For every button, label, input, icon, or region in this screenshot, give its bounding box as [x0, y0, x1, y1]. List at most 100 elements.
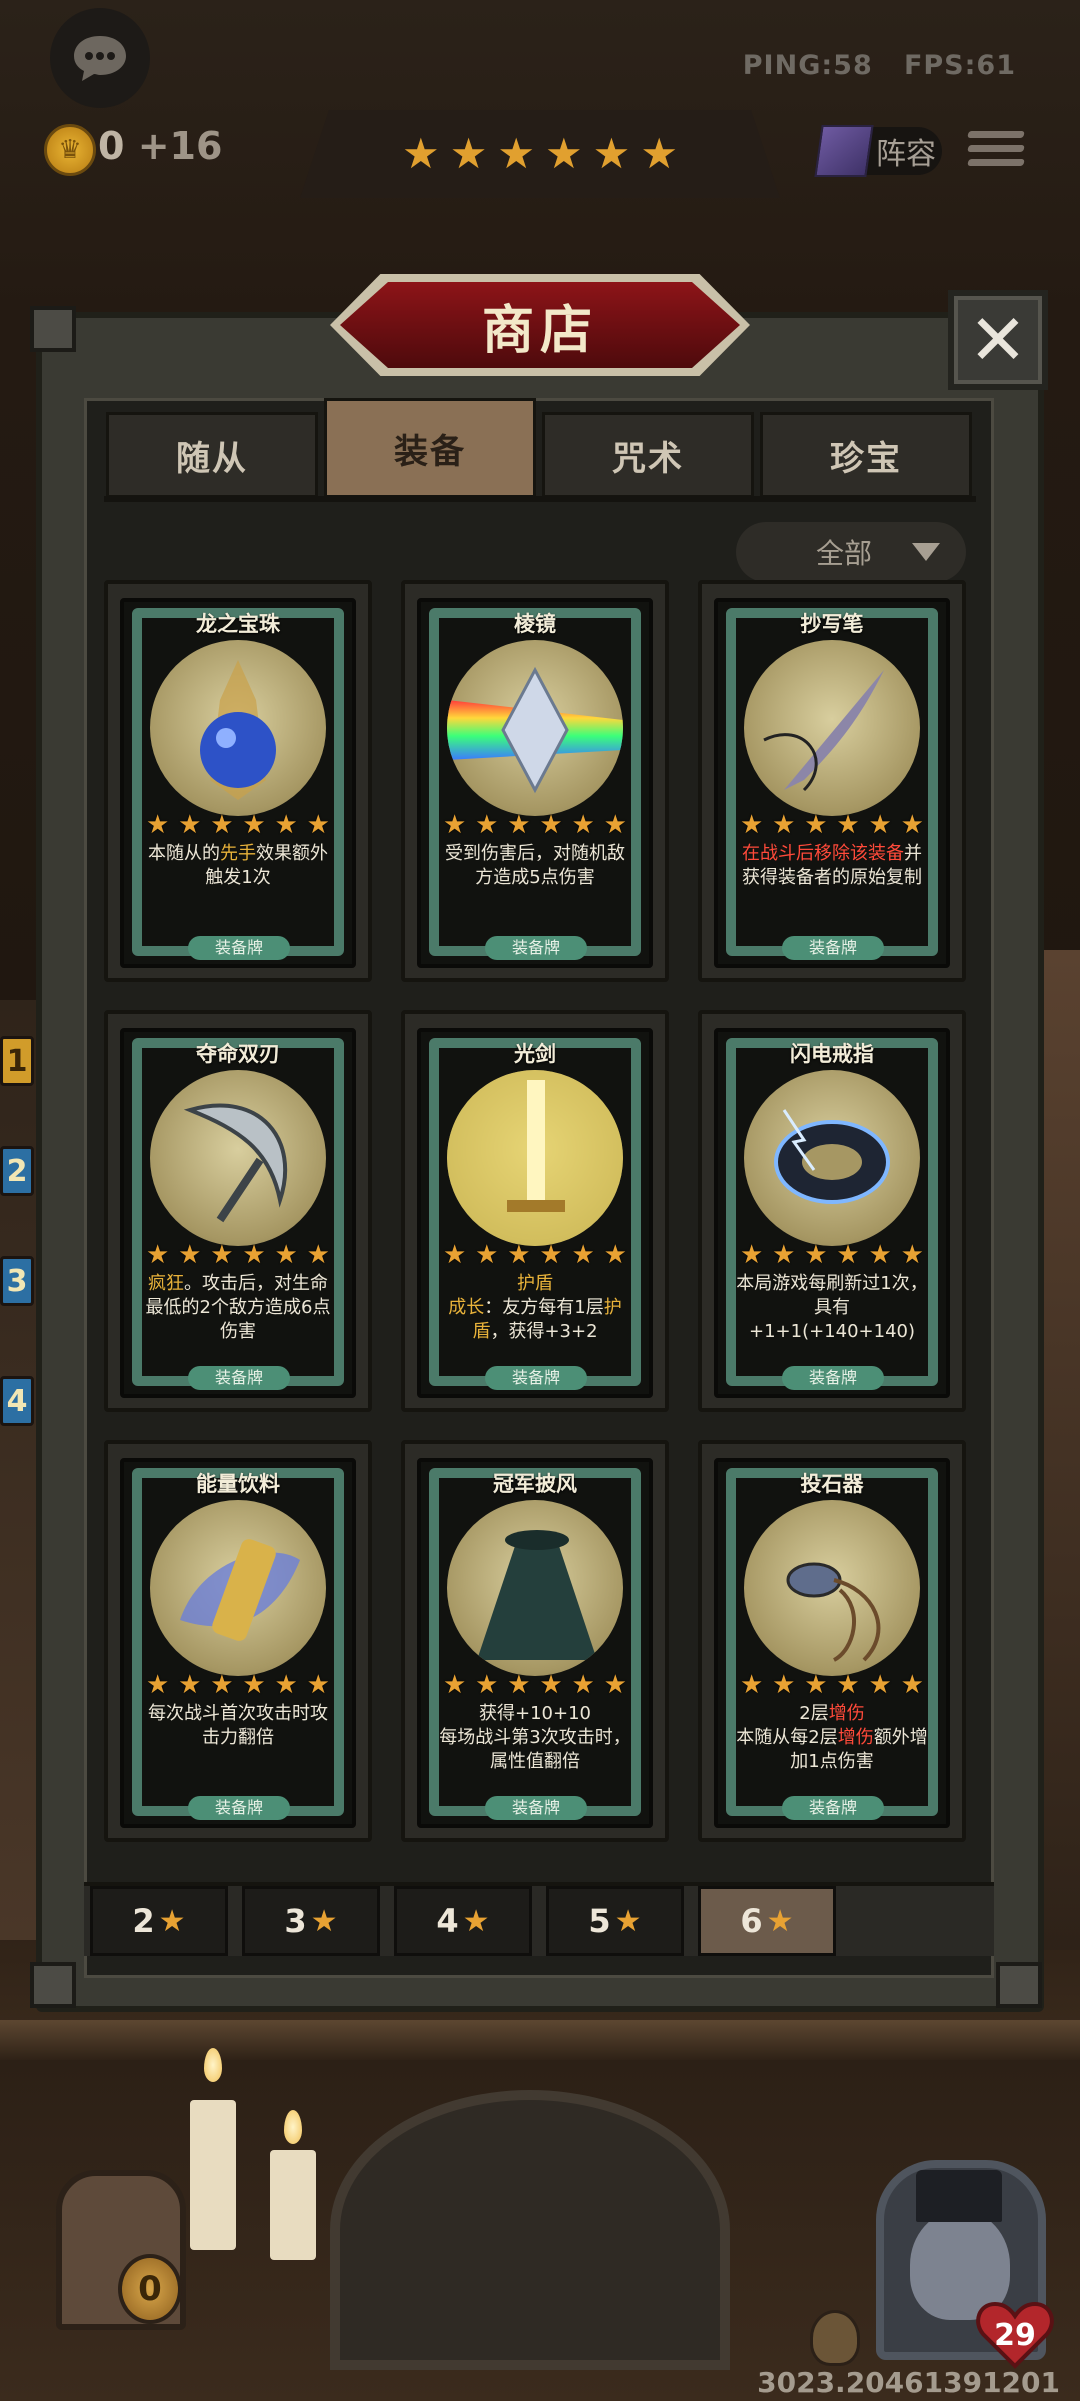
- description-text: 疯狂: [148, 1273, 184, 1294]
- star-icon: ★: [836, 810, 860, 840]
- coin-count: 0: [98, 124, 125, 168]
- star-icon: ★: [210, 1670, 234, 1700]
- filter-dropdown[interactable]: 全部: [736, 522, 966, 582]
- side-badge: 2: [0, 1146, 34, 1196]
- card-star-rating: ★ ★ ★ ★ ★ ★: [146, 1672, 330, 1698]
- card-art: [150, 1500, 326, 1676]
- equipment-card[interactable]: 光剑 ★ ★ ★ ★ ★ ★ 护盾 成长：友方每有1层护盾，获得+3+2 装备牌: [417, 1028, 653, 1398]
- description-text: 获得+10+10: [479, 1703, 591, 1724]
- star-tier-tab-5[interactable]: 5 ★: [546, 1886, 684, 1956]
- card-slot[interactable]: 棱镜 ★ ★ ★ ★ ★ ★ 受到伤害后，对随机敌方造成5点伤害 装备牌: [401, 580, 669, 982]
- description-text: 本随从每2层: [736, 1727, 838, 1748]
- ping-readout: PING:58: [742, 50, 873, 81]
- card-star-rating: ★ ★ ★ ★ ★ ★: [146, 1242, 330, 1268]
- star-icon: ★: [449, 129, 488, 178]
- equipment-card[interactable]: 能量饮料 ★ ★ ★ ★ ★ ★ 每次战斗首次攻击时攻击力翻倍 装备牌: [120, 1458, 356, 1828]
- equipment-card[interactable]: 夺命双刃 ★ ★ ★ ★ ★ ★ 疯狂。攻击后，对生命最低的2个敌方造成6点伤害 装备牌: [120, 1028, 356, 1398]
- card-description: 2层增伤 本随从每2层增伤额外增加1点伤害: [736, 1702, 928, 1774]
- tab-0[interactable]: 随从: [106, 412, 318, 498]
- card-name: 光剑: [514, 1042, 556, 1066]
- tab-1[interactable]: 装备: [324, 398, 536, 498]
- star-icon: ★: [868, 1670, 892, 1700]
- coin-balance: 0 +16: [98, 124, 222, 168]
- star-icon: ★: [507, 810, 531, 840]
- build-id: 3023.20461391201: [757, 2366, 1060, 2399]
- card-slot[interactable]: 抄写笔 ★ ★ ★ ★ ★ ★ 在战斗后移除该装备并获得装备者的原始复制 装备牌: [698, 580, 966, 982]
- equipment-card[interactable]: 冠军披风 ★ ★ ★ ★ ★ ★ 获得+10+10 每场战斗第3次攻击时，属性值翻倍 装备牌: [417, 1458, 653, 1828]
- side-badge: 3: [0, 1256, 34, 1306]
- card-art: [447, 1500, 623, 1676]
- tab-3[interactable]: 珍宝: [760, 412, 972, 498]
- card-star-rating: ★ ★ ★ ★ ★ ★: [740, 1242, 924, 1268]
- star-icon: ★: [766, 1903, 794, 1939]
- star-icon: ★: [146, 810, 170, 840]
- star-icon: ★: [900, 1670, 924, 1700]
- flame-icon: [284, 2110, 302, 2144]
- description-text: 在战斗后移除该装备: [742, 843, 904, 864]
- shop-title: 商店: [481, 299, 598, 361]
- card-description: 本随从的先手效果额外触发1次: [142, 842, 334, 890]
- coin-icon: ♛: [44, 124, 96, 176]
- star-icon: ★: [158, 1903, 186, 1939]
- network-stats: PING:58 FPS:61: [743, 50, 1016, 81]
- hamburger-icon[interactable]: [967, 124, 1025, 180]
- card-slot[interactable]: 能量饮料 ★ ★ ★ ★ ★ ★ 每次战斗首次攻击时攻击力翻倍 装备牌: [104, 1440, 372, 1842]
- star-tier-label: 2: [132, 1902, 155, 1940]
- star-tier-tab-4[interactable]: 4 ★: [394, 1886, 532, 1956]
- description-text: 每次战斗首次攻击时攻击力翻倍: [148, 1703, 328, 1748]
- star-icon: ★: [306, 810, 330, 840]
- equipment-card[interactable]: 龙之宝珠 ★ ★ ★ ★ ★ ★ 本随从的先手效果额外触发1次 装备牌: [120, 598, 356, 968]
- dropdown-arrow-icon: [912, 543, 940, 561]
- card-star-rating: ★ ★ ★ ★ ★ ★: [443, 812, 627, 838]
- card-type-badge: 装备牌: [485, 1796, 587, 1820]
- card-slot[interactable]: 龙之宝珠 ★ ★ ★ ★ ★ ★ 本随从的先手效果额外触发1次 装备牌: [104, 580, 372, 982]
- card-star-rating: ★ ★ ★ ★ ★ ★: [443, 1672, 627, 1698]
- panel-corner: [30, 306, 76, 352]
- shield-icon[interactable]: [810, 2310, 860, 2366]
- card-type-badge: 装备牌: [485, 1366, 587, 1390]
- card-art: [150, 1070, 326, 1246]
- star-icon: ★: [210, 1240, 234, 1270]
- card-slot[interactable]: 投石器 ★ ★ ★ ★ ★ ★ 2层增伤 本随从每2层增伤额外增加1点伤害 装备牌: [698, 1440, 966, 1842]
- card-slot[interactable]: 闪电戒指 ★ ★ ★ ★ ★ ★ 本局游戏每刷新过1次，具有+1+1(+140+140) 装备牌: [698, 1010, 966, 1412]
- star-tier-label: 3: [284, 1902, 307, 1940]
- star-tier-tab-3[interactable]: 3 ★: [242, 1886, 380, 1956]
- card-star-rating: ★ ★ ★ ★ ★ ★: [443, 1242, 627, 1268]
- card-slot[interactable]: 夺命双刃 ★ ★ ★ ★ ★ ★ 疯狂。攻击后，对生命最低的2个敌方造成6点伤害 装备牌: [104, 1010, 372, 1412]
- equipment-card[interactable]: 棱镜 ★ ★ ★ ★ ★ ★ 受到伤害后，对随机敌方造成5点伤害 装备牌: [417, 598, 653, 968]
- star-icon: ★: [772, 1670, 796, 1700]
- card-slot[interactable]: 冠军披风 ★ ★ ★ ★ ★ ★ 获得+10+10 每场战斗第3次攻击时，属性值翻倍 装备牌: [401, 1440, 669, 1842]
- star-tier-tab-2[interactable]: 2 ★: [90, 1886, 228, 1956]
- star-icon: ★: [178, 1240, 202, 1270]
- equipment-card[interactable]: 投石器 ★ ★ ★ ★ ★ ★ 2层增伤 本随从每2层增伤额外增加1点伤害 装备牌: [714, 1458, 950, 1828]
- star-tier-tab-6[interactable]: 6 ★: [698, 1886, 836, 1956]
- star-icon: ★: [242, 1670, 266, 1700]
- chat-button[interactable]: [50, 8, 150, 108]
- lineup-button[interactable]: 阵容: [814, 125, 942, 177]
- star-icon: ★: [497, 129, 535, 178]
- hero-health: 29: [975, 2300, 1055, 2370]
- title-banner: 商店: [340, 282, 740, 368]
- star-icon: ★: [603, 810, 627, 840]
- star-icon: ★: [507, 1670, 531, 1700]
- card-name: 龙之宝珠: [196, 612, 280, 636]
- card-type-badge: 装备牌: [188, 1366, 290, 1390]
- card-type-badge: 装备牌: [188, 936, 290, 960]
- tab-divider: [104, 496, 976, 502]
- equipment-card[interactable]: 抄写笔 ★ ★ ★ ★ ★ ★ 在战斗后移除该装备并获得装备者的原始复制 装备牌: [714, 598, 950, 968]
- card-description: 每次战斗首次攻击时攻击力翻倍: [142, 1702, 334, 1750]
- tab-2[interactable]: 咒术: [542, 412, 754, 498]
- card-description: 疯狂。攻击后，对生命最低的2个敌方造成6点伤害: [142, 1272, 334, 1344]
- star-icon: ★: [443, 1670, 467, 1700]
- equipment-card[interactable]: 闪电戒指 ★ ★ ★ ★ ★ ★ 本局游戏每刷新过1次，具有+1+1(+140+140) 装备牌: [714, 1028, 950, 1398]
- close-icon[interactable]: ✕: [948, 290, 1048, 390]
- star-icon: ★: [475, 1240, 499, 1270]
- fps-readout: FPS:61: [903, 50, 1016, 81]
- star-icon: ★: [242, 1240, 266, 1270]
- star-icon: ★: [571, 1240, 595, 1270]
- star-icon: ★: [900, 1240, 924, 1270]
- card-slot[interactable]: 光剑 ★ ★ ★ ★ ★ ★ 护盾 成长：友方每有1层护盾，获得+3+2 装备牌: [401, 1010, 669, 1412]
- star-icon: ★: [603, 1670, 627, 1700]
- card-art: [744, 1500, 920, 1676]
- filter-label: 全部: [815, 537, 872, 570]
